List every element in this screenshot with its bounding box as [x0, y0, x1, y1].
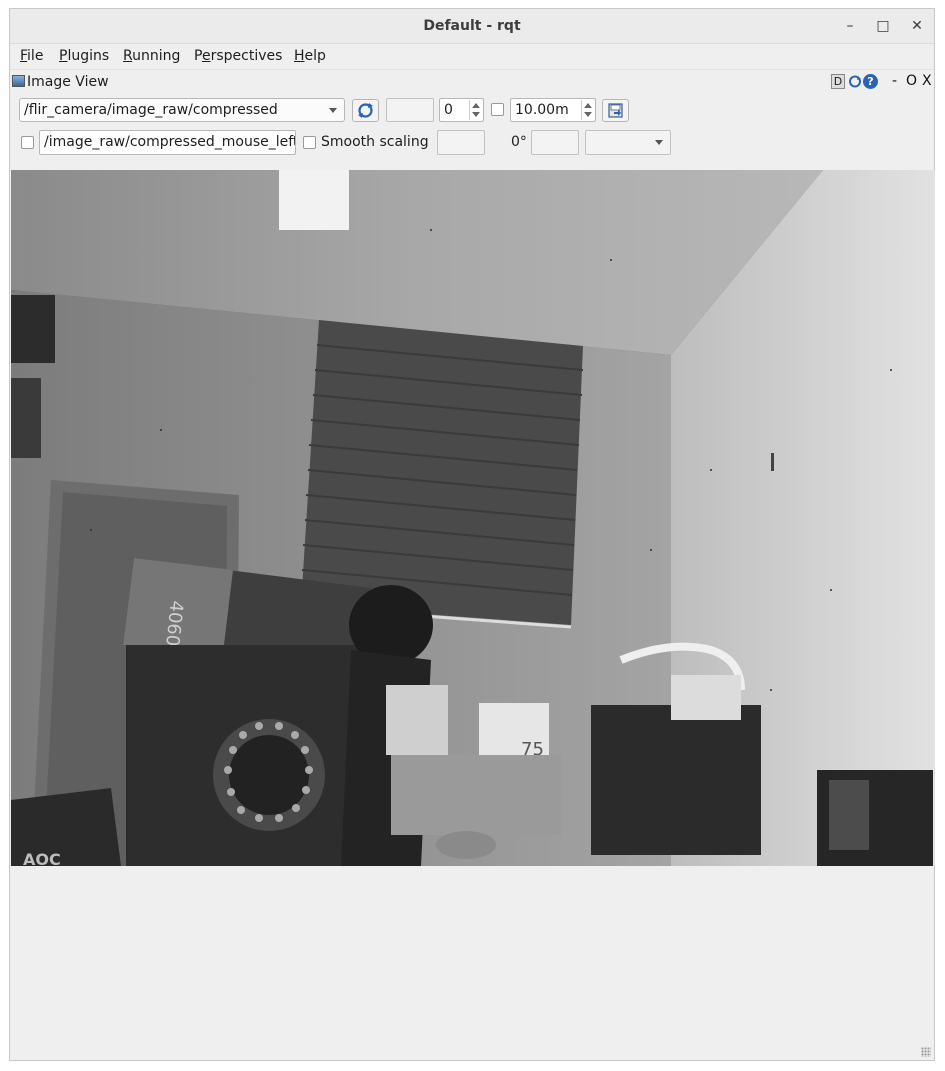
save-image-button[interactable]	[602, 99, 629, 122]
menu-file[interactable]: File	[20, 48, 43, 64]
window-title: Default - rqt	[423, 18, 521, 34]
reload-plugin-icon[interactable]	[848, 74, 862, 89]
range-checkbox[interactable]	[491, 103, 504, 116]
resize-grip[interactable]	[921, 1047, 931, 1057]
menu-bar: File Plugins Running Perspectives Help	[10, 44, 934, 68]
spin-value: 0	[444, 102, 453, 118]
number-spinbox[interactable]: 0	[439, 98, 484, 122]
refresh-icon	[358, 103, 373, 118]
maximize-button[interactable]: □	[871, 15, 895, 37]
range-value: 10.00m	[515, 102, 569, 118]
rotation-select[interactable]	[585, 130, 671, 155]
mouse-topic-value: /image_raw/compressed_mouse_left	[44, 134, 296, 150]
plugin-close-button[interactable]: X	[922, 73, 932, 89]
close-button[interactable]: ✕	[905, 15, 929, 37]
rotation-label: 0°	[511, 134, 527, 150]
monitor-brand: AOC	[23, 850, 61, 866]
refresh-topics-button[interactable]	[352, 99, 379, 122]
dock-d-button[interactable]: D	[831, 74, 845, 89]
rqt-window: Default - rqt – □ ✕ File Plugins Running…	[9, 8, 935, 1061]
spin-arrows[interactable]	[469, 100, 482, 120]
blank-field-1[interactable]	[386, 98, 434, 122]
image-view-icon	[12, 75, 25, 87]
plugin-header: Image View D ? - O X	[10, 69, 934, 94]
smooth-scaling-checkbox[interactable]	[303, 136, 316, 149]
title-bar[interactable]: Default - rqt – □ ✕	[10, 9, 934, 44]
chevron-down-icon	[655, 140, 663, 145]
plugin-minimize-button[interactable]: -	[892, 73, 897, 89]
plugin-title: Image View	[27, 74, 109, 90]
mouse-topic-input[interactable]: /image_raw/compressed_mouse_left	[39, 130, 296, 155]
range-spin-arrows[interactable]	[581, 100, 594, 120]
range-spinbox[interactable]: 10.00m	[510, 98, 596, 122]
menu-plugins[interactable]: Plugins	[59, 48, 109, 64]
save-as-icon	[608, 103, 623, 118]
topic-select[interactable]: /flir_camera/image_raw/compressed	[19, 98, 345, 122]
menu-running[interactable]: Running	[123, 48, 180, 64]
camera-frame-image: 4060 75 AOC	[11, 170, 935, 866]
minimize-button[interactable]: –	[838, 15, 862, 37]
plugin-float-button[interactable]: O	[906, 73, 917, 89]
mouse-publish-checkbox[interactable]	[21, 136, 34, 149]
blank-field-3[interactable]	[531, 130, 579, 155]
menu-help[interactable]: Help	[294, 48, 326, 64]
camera-image[interactable]: 4060 75 AOC	[11, 170, 935, 866]
smooth-scaling-label: Smooth scaling	[321, 134, 429, 150]
blank-field-2[interactable]	[437, 130, 485, 155]
topic-select-value: /flir_camera/image_raw/compressed	[24, 102, 278, 118]
help-icon[interactable]: ?	[863, 74, 878, 89]
chevron-down-icon	[329, 108, 337, 113]
menu-perspectives[interactable]: Perspectives	[194, 48, 282, 64]
